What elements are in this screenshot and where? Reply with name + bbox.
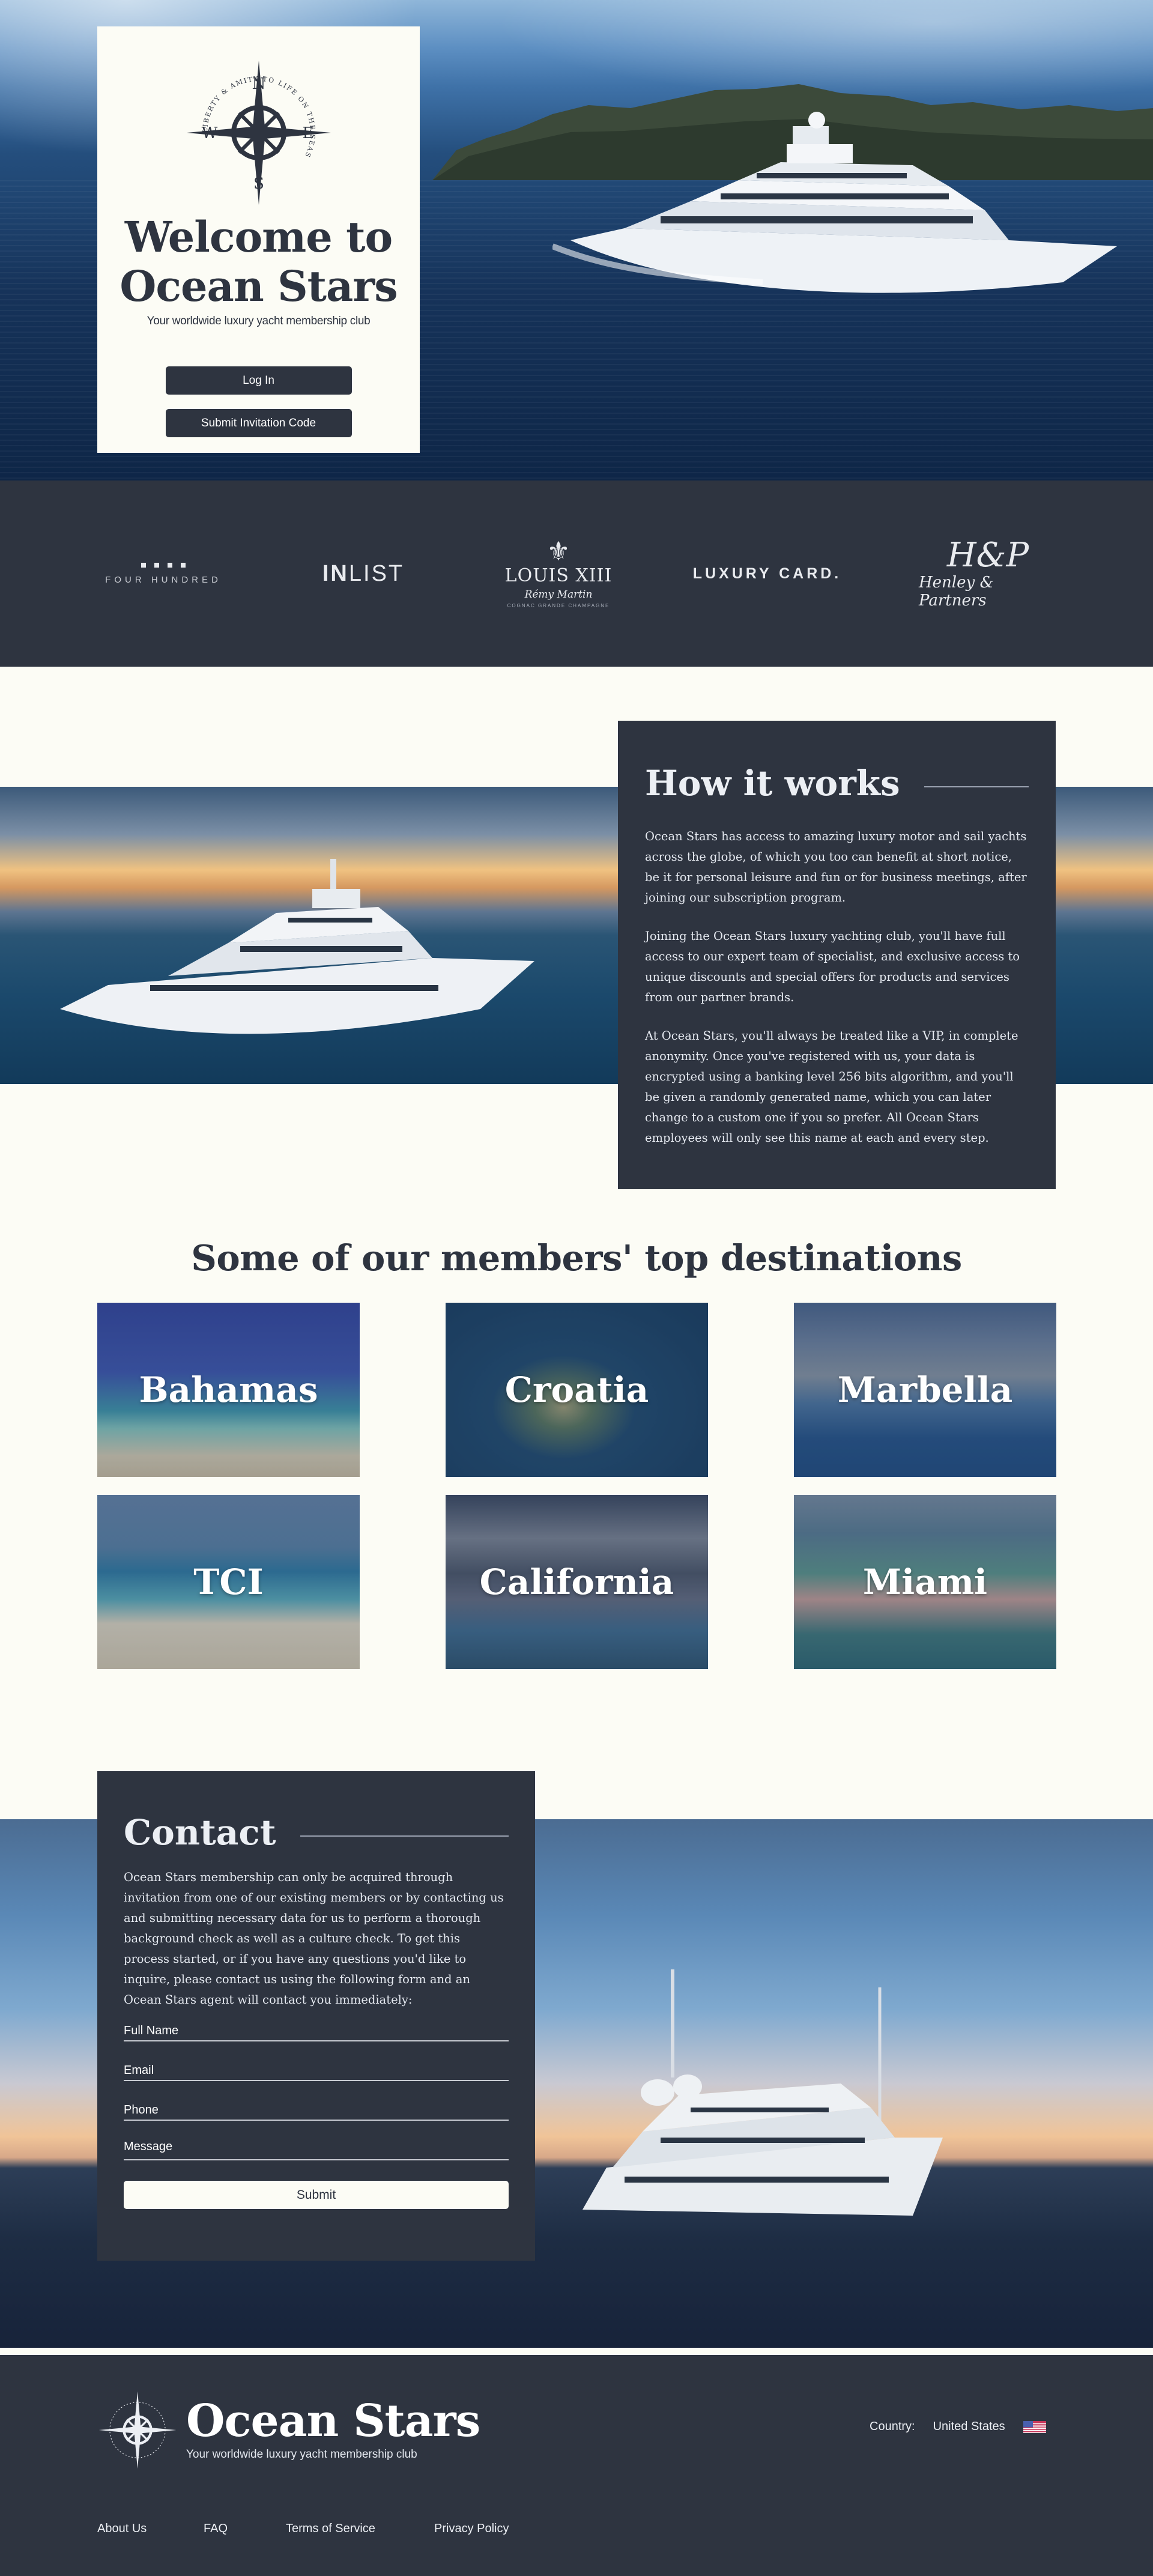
four-hundred-dots-icon [141,562,186,568]
how-it-works-paragraph: At Ocean Stars, you'll always be treated… [645,1029,1018,1145]
destination-label: Bahamas [139,1369,318,1410]
destination-tile-croatia[interactable]: Croatia [446,1303,708,1477]
welcome-title: Welcome to Ocean Stars [97,213,420,311]
compass-logo-icon: LIBERTY & AMITY TO LIFE ON THE SEAS N S … [186,61,331,205]
welcome-subtitle: Your worldwide luxury yacht membership c… [147,315,371,327]
message-field-wrapper [124,2138,509,2160]
submit-button[interactable]: Submit [124,2181,509,2209]
partner-caption: COGNAC GRANDE CHAMPAGNE [507,603,610,608]
footer-link-terms-of-service[interactable]: Terms of Service [286,2522,434,2536]
country-selector[interactable]: Country: United States [870,2420,1046,2434]
destination-label: Marbella [837,1369,1013,1410]
us-flag-icon [1023,2420,1046,2433]
destination-tile-miami[interactable]: Miami [794,1495,1056,1669]
footer-link-privacy-policy[interactable]: Privacy Policy [434,2522,554,2536]
partner-logo-luxury-card: LUXURY CARD. [688,480,847,667]
partner-logo-four-hundred: FOUR HUNDRED [97,480,229,667]
contact-form: Submit [124,2019,509,2209]
destination-label: Miami [862,1562,988,1602]
country-value: United States [933,2420,1005,2433]
footer-link-about-us[interactable]: About Us [97,2522,204,2536]
destination-label: TCI [193,1562,264,1602]
how-it-works-section: How it works Ocean Stars has access to a… [0,667,1153,1219]
partner-name: INLIST [322,560,405,586]
destinations-section: Some of our members' top destinations Ba… [0,1237,1153,1699]
contact-section: Contact Ocean Stars membership can only … [0,1771,1153,2400]
contact-title: Contact [124,1812,509,1853]
footer-brand-name: Ocean Stars [186,2395,480,2447]
footer: Ocean Stars Your worldwide luxury yacht … [0,2355,1153,2576]
partner-name: FOUR HUNDRED [105,574,222,585]
svg-text:N: N [252,75,265,93]
svg-text:S: S [253,175,264,193]
welcome-title-line1: Welcome to [124,212,393,262]
footer-brand: Ocean Stars Your worldwide luxury yacht … [186,2399,480,2461]
title-divider [300,1835,509,1837]
footer-tagline: Your worldwide luxury yacht membership c… [186,2448,417,2461]
partner-name: LUXURY CARD. [692,565,842,582]
email-field-wrapper [124,2058,509,2081]
welcome-card: LIBERTY & AMITY TO LIFE ON THE SEAS N S … [97,26,420,453]
destination-tile-bahamas[interactable]: Bahamas [97,1303,360,1477]
how-it-works-card: How it works Ocean Stars has access to a… [618,721,1056,1189]
destination-label: Croatia [504,1369,649,1410]
destinations-title: Some of our members' top destinations [191,1237,962,1279]
footer-link-faq[interactable]: FAQ [204,2522,286,2536]
how-it-works-paragraph: Ocean Stars has access to amazing luxury… [645,829,1027,905]
partner-logo-inlist: INLIST [303,480,423,667]
full-name-field-wrapper [124,2019,509,2041]
footer-nav: About Us FAQ Terms of Service Privacy Po… [97,2522,554,2536]
login-button[interactable]: Log In [165,366,352,395]
sunset-yacht-illustration [60,859,534,1034]
email-input[interactable] [124,2058,509,2080]
contact-card: Contact Ocean Stars membership can only … [97,1771,535,2261]
partner-logo-louis-xiii: ⚜ LOUIS XIII Rémy Martin COGNAC GRANDE C… [492,480,625,667]
partner-logo-henley-partners: H&P Henley & Partners [919,480,1057,667]
partner-name: LOUIS XIII [504,565,613,586]
message-input[interactable] [124,2138,509,2159]
fleur-de-lis-icon: ⚜ [546,537,570,566]
dusk-yacht-illustration [583,1969,943,2216]
phone-field-wrapper [124,2098,509,2121]
country-label: Country: [870,2420,915,2433]
partners-strip: FOUR HUNDRED INLIST ⚜ LOUIS XIII Rémy Ma… [0,480,1153,667]
partner-subname: Rémy Martin [524,589,593,601]
svg-text:E: E [302,124,313,142]
destination-tile-tci[interactable]: TCI [97,1495,360,1669]
contact-description: Ocean Stars membership can only be acqui… [124,1870,504,2007]
how-it-works-paragraph: Joining the Ocean Stars luxury yachting … [645,929,1020,1004]
svg-text:W: W [201,124,217,142]
destination-label: California [479,1562,674,1602]
partner-name: Henley & Partners [919,574,994,610]
submit-invitation-code-button[interactable]: Submit Invitation Code [165,409,352,437]
destination-tile-california[interactable]: California [446,1495,708,1669]
welcome-title-line2: Ocean Stars [120,261,398,311]
full-name-input[interactable] [124,2019,509,2040]
title-divider [924,786,1029,787]
destination-tile-marbella[interactable]: Marbella [794,1303,1056,1477]
partner-monogram: H&P [946,536,1029,575]
how-it-works-title: How it works [645,763,1029,804]
destinations-grid: Bahamas Croatia Marbella TCI California … [0,1303,1153,1699]
hero-section: LIBERTY & AMITY TO LIFE ON THE SEAS N S … [0,0,1153,480]
footer-logo[interactable]: Ocean Stars Your worldwide luxury yacht … [97,2390,480,2470]
hero-yacht-illustration [552,112,1117,293]
compass-logo-icon [98,2391,177,2469]
phone-input[interactable] [124,2098,509,2120]
